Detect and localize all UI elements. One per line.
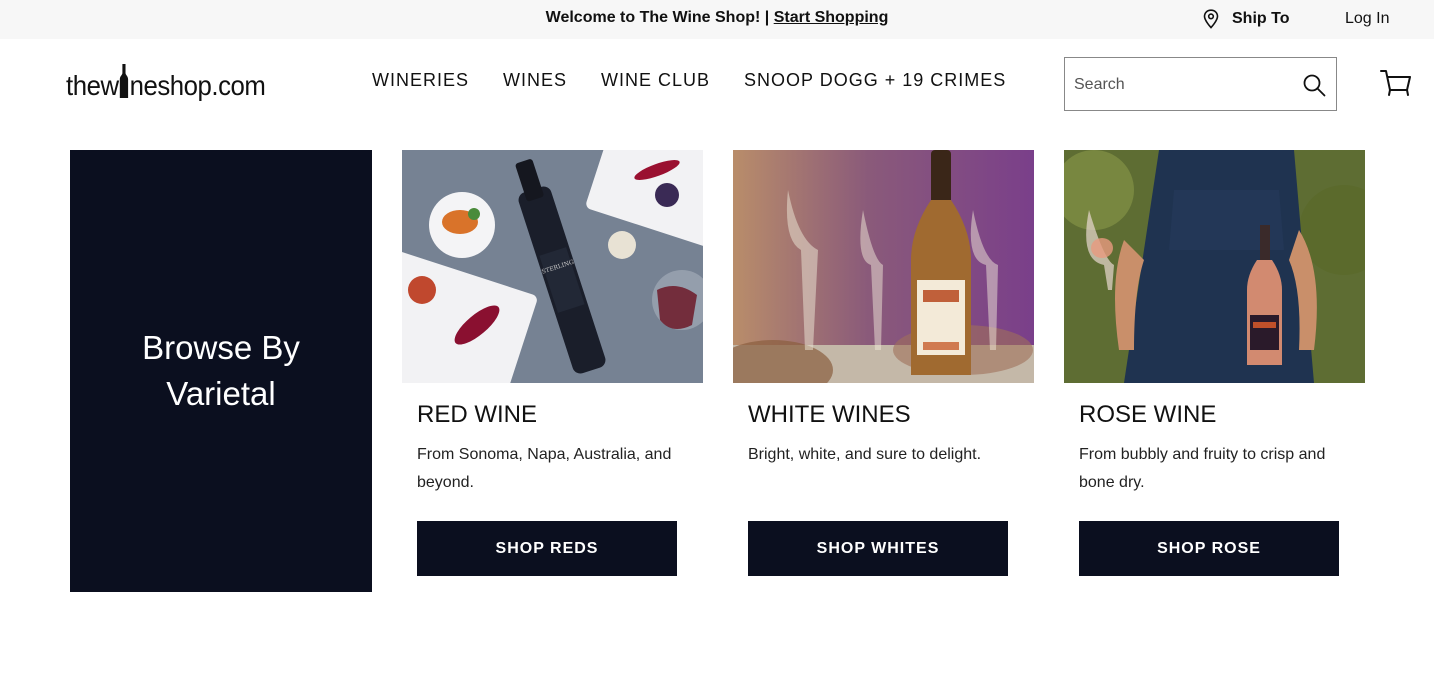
search-icon[interactable] [1302, 73, 1326, 97]
main-nav: WINERIES WINES WINE CLUB SNOOP DOGG + 19… [372, 70, 1040, 91]
browse-by-varietal-panel: Browse By Varietal [70, 150, 372, 592]
browse-title: Browse By Varietal [142, 329, 300, 412]
shop-whites-button[interactable]: SHOP WHITES [748, 521, 1008, 576]
card-description: Bright, white, and sure to delight. [748, 446, 982, 463]
wine-bottle-icon [119, 64, 130, 98]
ship-to-label: Ship To [1232, 10, 1290, 27]
welcome-text: Welcome to The Wine Shop! | [545, 9, 774, 26]
cart-icon[interactable] [1380, 68, 1412, 98]
shop-rose-button[interactable]: SHOP ROSE [1079, 521, 1339, 576]
logo-text-pre: the [66, 70, 101, 101]
red-wine-photo[interactable]: STERLING [402, 150, 703, 383]
rose-wine-photo[interactable] [1064, 150, 1365, 383]
nav-wines[interactable]: WINES [503, 70, 567, 91]
card-title: WHITE WINES [748, 401, 911, 428]
card-title: RED WINE [417, 401, 537, 428]
varietal-card-red: STERLING RED WINE From Sonoma, Napa, Aus… [402, 150, 703, 576]
start-shopping-link[interactable]: Start Shopping [774, 9, 889, 26]
nav-wineries[interactable]: WINERIES [372, 70, 469, 91]
location-pin-icon [1203, 9, 1219, 29]
varietal-card-white: WHITE WINES Bright, white, and sure to d… [733, 150, 1034, 576]
announcement-bar: Welcome to The Wine Shop! | Start Shoppi… [0, 0, 1434, 39]
search-input[interactable] [1074, 73, 1294, 97]
logo-text-w: w [100, 70, 119, 101]
nav-snoop-dogg-19-crimes[interactable]: SNOOP DOGG + 19 CRIMES [744, 70, 1006, 91]
card-title: ROSE WINE [1079, 401, 1217, 428]
card-description: From Sonoma, Napa, Australia, and beyond… [417, 446, 672, 491]
card-description: From bubbly and fruity to crisp and bone… [1079, 446, 1326, 491]
nav-wine-club[interactable]: WINE CLUB [601, 70, 710, 91]
varietal-card-rose: ROSE WINE From bubbly and fruity to cris… [1064, 150, 1365, 576]
search-box [1064, 57, 1337, 111]
site-logo[interactable]: the w neshop.com [66, 58, 266, 102]
login-link[interactable]: Log In [1345, 10, 1389, 28]
white-wine-photo[interactable] [733, 150, 1034, 383]
logo-text-post: neshop.com [129, 70, 266, 101]
ship-to-button[interactable]: Ship To [1202, 9, 1289, 29]
shop-reds-button[interactable]: SHOP REDS [417, 521, 677, 576]
